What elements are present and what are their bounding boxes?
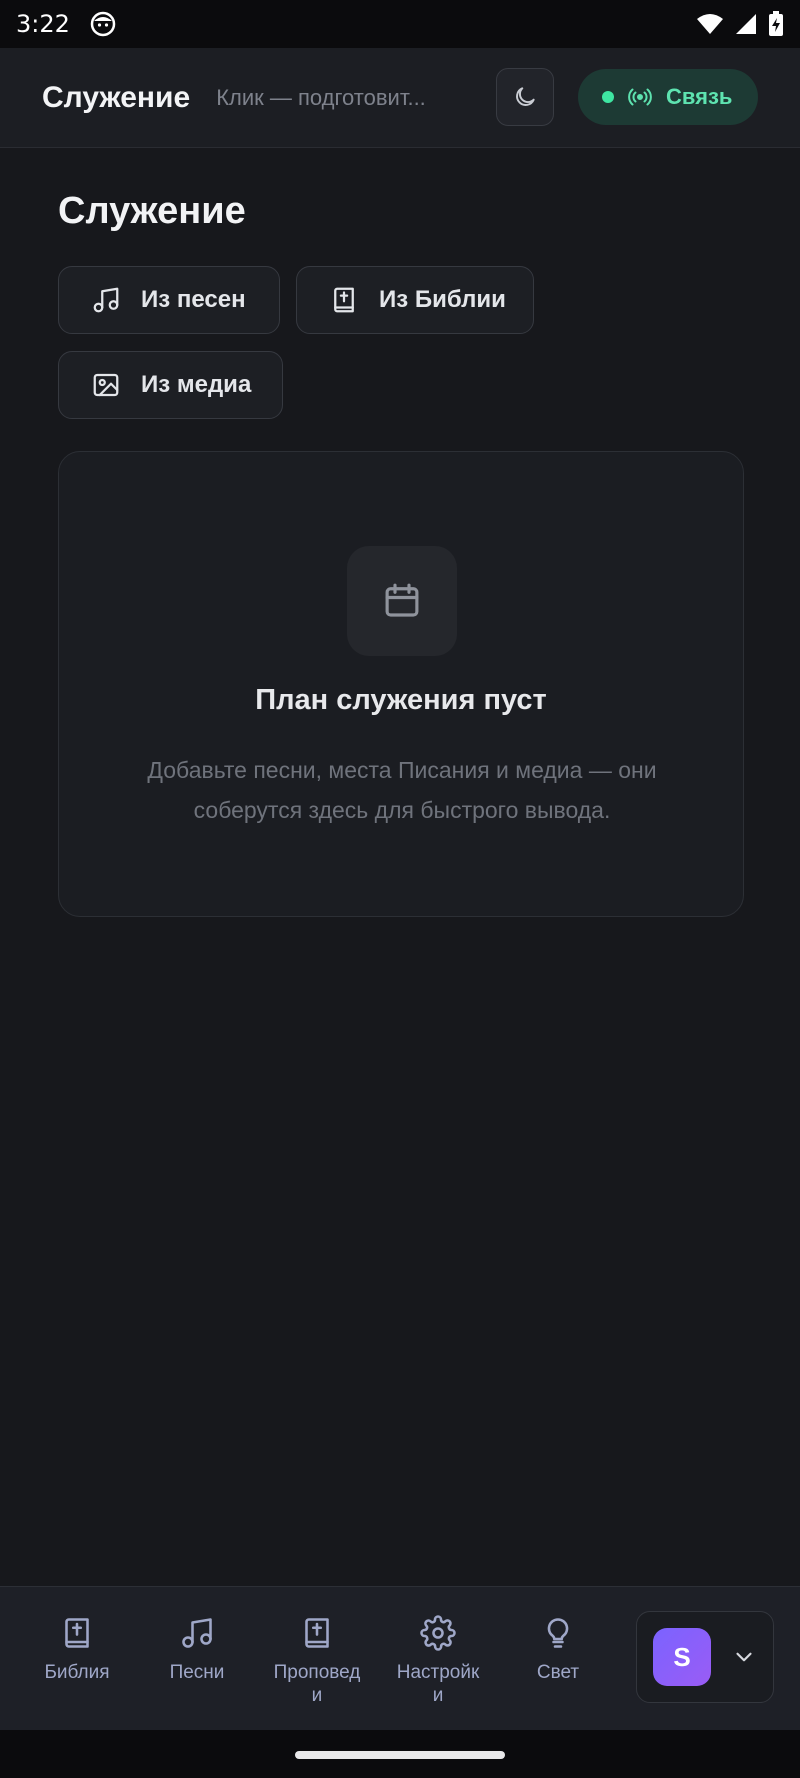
home-gesture-handle[interactable] — [295, 1751, 505, 1759]
nav-label-light: Свет — [536, 1662, 580, 1683]
status-bar: 3:22 — [0, 0, 800, 48]
gear-icon — [420, 1615, 456, 1651]
face-notification-icon — [90, 11, 116, 37]
nav-label-songs: Песни — [169, 1662, 225, 1683]
battery-charging-icon — [769, 11, 783, 36]
add-from-songs-button[interactable]: Из песен — [58, 266, 280, 334]
nav-item-songs[interactable]: Песни — [137, 1615, 257, 1684]
add-from-bible-button[interactable]: Из Библии — [296, 266, 534, 334]
app-bar: Служение Клик — подготовит... Связь — [0, 48, 800, 148]
bible-book-icon — [334, 287, 354, 313]
bible-book-icon — [65, 1618, 89, 1648]
calendar-icon — [385, 583, 419, 617]
nav-item-settings[interactable]: Настройк и — [378, 1615, 498, 1707]
empty-plan-card: План служения пуст Добавьте песни, места… — [58, 451, 744, 917]
nav-item-light[interactable]: Свет — [498, 1615, 618, 1684]
app-bar-title: Служение — [42, 80, 191, 114]
nav-item-bible[interactable]: Библия — [17, 1615, 137, 1684]
bottom-navigation: Библия Песни Проповед и Настройк и Свет … — [0, 1586, 800, 1730]
add-from-songs-label: Из песен — [141, 286, 246, 313]
nav-label-settings: Настройк и — [396, 1662, 480, 1706]
chevron-down-icon — [736, 1652, 752, 1662]
nav-label-sermons: Проповед и — [273, 1662, 361, 1706]
nav-label-bible: Библия — [44, 1662, 110, 1683]
empty-state-icon-box — [347, 546, 457, 656]
add-from-media-button[interactable]: Из медиа — [58, 351, 283, 419]
gesture-area — [0, 1730, 800, 1778]
wifi-icon — [697, 14, 723, 34]
connection-label: Связь — [666, 84, 733, 109]
music-note-icon — [182, 1618, 212, 1648]
status-time: 3:22 — [16, 10, 70, 38]
broadcast-icon — [628, 88, 652, 106]
lightbulb-icon — [547, 1618, 569, 1648]
image-icon — [93, 373, 119, 397]
bible-book-icon — [305, 1618, 329, 1648]
signal-icon — [736, 14, 756, 34]
theme-toggle-button[interactable] — [496, 68, 554, 126]
connection-button[interactable]: Связь — [578, 69, 758, 125]
add-from-media-label: Из медиа — [141, 371, 252, 398]
app-bar-subtitle[interactable]: Клик — подготовит... — [216, 85, 446, 111]
avatar: S — [653, 1628, 711, 1686]
add-from-bible-label: Из Библии — [379, 286, 506, 313]
moon-icon — [516, 87, 535, 106]
nav-item-sermons[interactable]: Проповед и — [257, 1615, 377, 1707]
empty-state-title: План служения пуст — [255, 684, 547, 716]
user-switcher[interactable]: S — [636, 1611, 774, 1703]
music-note-icon — [93, 287, 119, 313]
page-title: Служение — [58, 190, 246, 232]
connection-status-dot — [602, 91, 614, 103]
empty-state-description: Добавьте песни, места Писания и медиа — … — [147, 757, 657, 823]
